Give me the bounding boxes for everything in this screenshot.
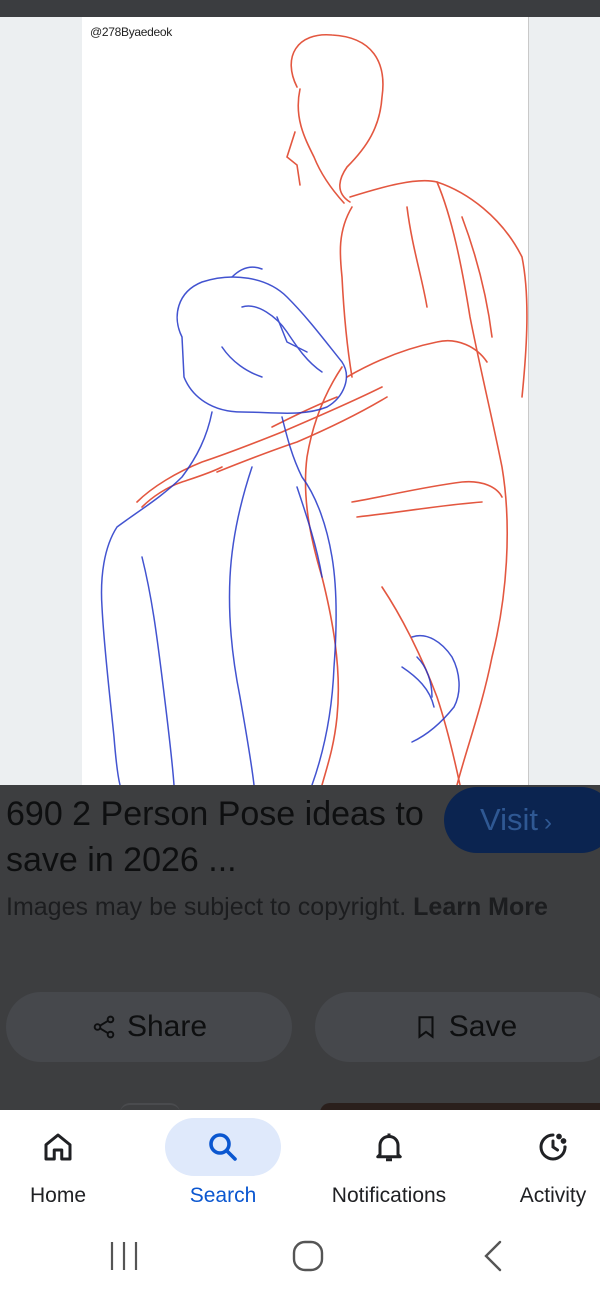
watermark-text: @278Byaedeok: [90, 25, 172, 39]
result-title[interactable]: 690 2 Person Pose ideas to save in 2026 …: [6, 791, 426, 883]
screen: @278Byaedeok 690 2 Person Pose ideas to …: [0, 0, 600, 1301]
system-navigation-bar: [0, 1220, 600, 1301]
nav-search-label: Search: [189, 1184, 257, 1207]
share-label: Share: [126, 1010, 208, 1043]
chevron-right-icon: ›: [544, 809, 553, 836]
nav-notifications-label: Notifications: [331, 1184, 447, 1207]
nav-activity[interactable]: Activity: [508, 1110, 598, 1220]
visit-label: Visit: [480, 802, 539, 837]
status-bar: [0, 0, 600, 17]
copyright-text: Images may be subject to copyright.: [6, 893, 407, 921]
home-circle-icon[interactable]: [288, 1238, 328, 1274]
pose-sketch-drawing: [100, 34, 528, 785]
nav-activity-label: Activity: [519, 1184, 587, 1207]
share-button[interactable]: Share: [6, 992, 292, 1062]
nav-home-label: Home: [29, 1184, 87, 1207]
back-icon[interactable]: [474, 1238, 514, 1274]
recent-apps-icon[interactable]: [104, 1238, 144, 1274]
save-button[interactable]: Save: [315, 992, 600, 1062]
image-preview-area: @278Byaedeok: [0, 17, 600, 785]
result-details-panel: 690 2 Person Pose ideas to save in 2026 …: [0, 785, 600, 1113]
bottom-navigation: Home Search Notifications Activity: [0, 1110, 600, 1220]
share-icon: [93, 1015, 115, 1039]
home-icon: [44, 1133, 72, 1161]
save-label: Save: [448, 1010, 518, 1043]
bookmark-icon: [418, 1016, 434, 1039]
learn-more-link[interactable]: Learn More: [413, 893, 548, 921]
nav-search[interactable]: Search: [163, 1110, 283, 1220]
visit-button[interactable]: Visit ›: [444, 787, 600, 853]
nav-notifications[interactable]: Notifications: [318, 1110, 460, 1220]
search-icon: [209, 1133, 237, 1161]
copyright-notice: Images may be subject to copyright. Lear…: [6, 888, 566, 926]
nav-home[interactable]: Home: [8, 1110, 108, 1220]
bell-icon: [376, 1133, 402, 1162]
activity-icon: [539, 1133, 567, 1161]
result-image[interactable]: @278Byaedeok: [82, 17, 529, 785]
